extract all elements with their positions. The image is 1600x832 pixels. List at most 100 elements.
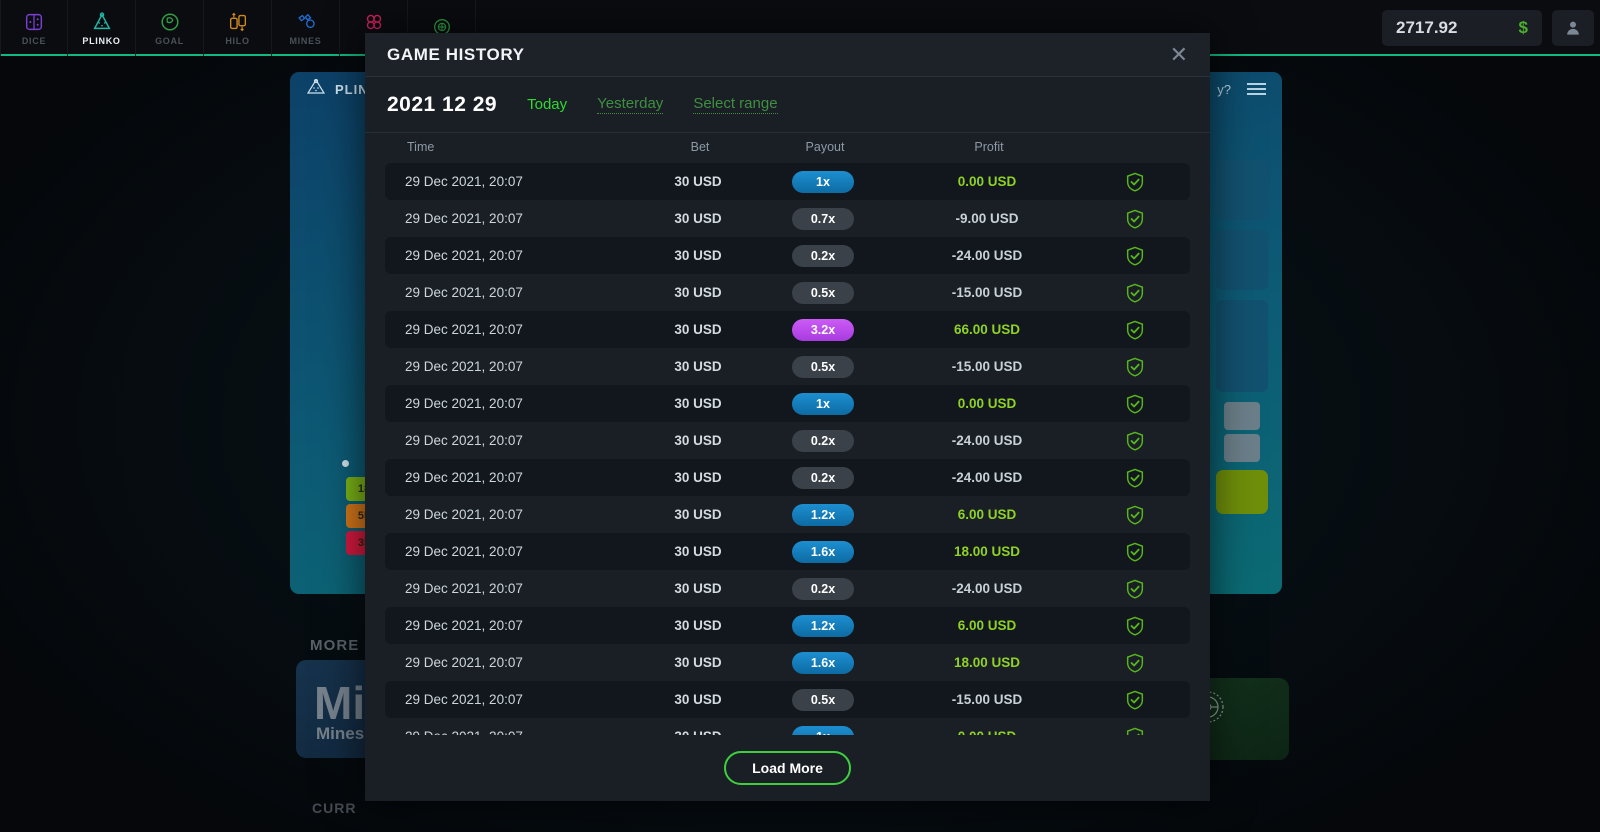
modal-filter-bar: 2021 12 29 Today Yesterday Select range (365, 77, 1210, 133)
cell-time: 29 Dec 2021, 20:07 (405, 359, 523, 374)
keno-icon (366, 14, 381, 29)
verified-shield-icon[interactable] (1087, 282, 1183, 304)
cell-time: 29 Dec 2021, 20:07 (405, 322, 523, 337)
table-row[interactable]: 29 Dec 2021, 20:0730 USD1x0.00 USD (385, 163, 1190, 200)
payout-badge: 1.6x (792, 540, 854, 563)
nav-item-plinko[interactable]: PLINKO (68, 0, 136, 56)
cell-bet: 30 USD (674, 322, 722, 337)
cell-time: 29 Dec 2021, 20:07 (405, 544, 523, 559)
cell-profit: -15.00 USD (951, 359, 1023, 374)
filter-today[interactable]: Today (527, 96, 567, 113)
table-row[interactable]: 29 Dec 2021, 20:07 30 USD 1.2x 6.00 USD (385, 607, 1190, 644)
game-control-slot[interactable] (1216, 300, 1268, 392)
nav-item-hilo[interactable]: HILO (204, 0, 272, 56)
cell-profit: -24.00 USD (951, 248, 1023, 263)
modal-footer: Load More (365, 735, 1210, 801)
game-history-modal: GAME HISTORY ✕ 2021 12 29 Today Yesterda… (365, 33, 1210, 801)
goal-icon (160, 12, 179, 31)
verified-shield-icon[interactable] (1087, 578, 1183, 600)
table-row[interactable]: 29 Dec 2021, 20:07 30 USD 0.2x -24.00 USD (385, 570, 1190, 607)
history-table-body: 29 Dec 2021, 20:07 30 USD 1x 0.00 USD 29 Dec… (365, 161, 1210, 735)
table-row[interactable]: 29 Dec 2021, 20:07 30 USD 1.2x 6.00 USD (385, 496, 1190, 533)
cell-profit: 18.00 USD (953, 544, 1021, 559)
cell-profit: -24.00 USD (951, 581, 1023, 596)
load-more-button[interactable]: Load More (724, 751, 851, 785)
cell-profit: -9.00 USD (955, 211, 1019, 226)
table-row[interactable]: 29 Dec 2021, 20:07 30 USD 1.6x 18.00 USD (385, 644, 1190, 681)
verified-shield-icon[interactable] (1087, 430, 1183, 452)
game-control-slot[interactable] (1216, 160, 1268, 220)
payout-badge: 0.2x (792, 244, 854, 267)
verified-shield-icon[interactable] (1087, 467, 1183, 489)
verified-shield-icon[interactable] (1087, 171, 1183, 193)
nav-item-goal[interactable]: GOAL (136, 0, 204, 56)
table-row[interactable]: 29 Dec 2021, 20:0730 USD1x0.00 USD (385, 385, 1190, 422)
payout-badge: 1x (792, 725, 854, 735)
verified-shield-icon[interactable] (1087, 615, 1183, 637)
verified-shield-icon[interactable] (1087, 245, 1183, 267)
table-row[interactable]: 29 Dec 2021, 20:07 30 USD 0.2x -24.00 USD (385, 422, 1190, 459)
verified-shield-icon[interactable] (1087, 652, 1183, 674)
verified-shield-icon[interactable] (1087, 504, 1183, 526)
game-card-title-big: Mi (314, 677, 366, 729)
verified-shield-icon[interactable] (1087, 541, 1183, 563)
payout-badge: 0.5x (792, 688, 854, 711)
verified-shield-icon[interactable] (1087, 726, 1183, 735)
cell-bet: 30 USD (674, 433, 722, 448)
verified-shield-icon[interactable] (1087, 319, 1183, 341)
filter-select-range[interactable]: Select range (693, 95, 778, 114)
cell-profit: 18.00 USD (953, 655, 1021, 670)
payout-badge: 1x (792, 392, 854, 415)
table-row[interactable]: 29 Dec 2021, 20:07 30 USD 3.2x 66.00 USD (385, 311, 1190, 348)
table-row[interactable]: 29 Dec 2021, 20:07 30 USD 0.2x -24.00 USD (385, 459, 1190, 496)
nav-item-label: HILO (225, 35, 250, 46)
cell-time: 29 Dec 2021, 20:07 (405, 655, 523, 670)
cell-bet: 30 USD (674, 470, 722, 485)
table-row[interactable]: 29 Dec 2021, 20:07 30 USD 0.2x -24.00 USD (385, 237, 1190, 274)
nav-item-label: PLINKO (82, 35, 121, 46)
table-row[interactable]: 29 Dec 2021, 20:07 30 USD 0.5x -15.00 USD (385, 681, 1190, 718)
table-row[interactable]: 29 Dec 2021, 20:07 30 USD 1.6x 18.00 USD (385, 533, 1190, 570)
cell-payout: 0.2x (759, 577, 887, 600)
cell-time: 29 Dec 2021, 20:07 (405, 507, 523, 522)
verified-shield-icon[interactable] (1087, 689, 1183, 711)
nav-item-label: MINES (289, 35, 322, 46)
plinko-peg (342, 460, 349, 467)
close-icon[interactable]: ✕ (1170, 43, 1188, 66)
user-avatar-button[interactable] (1552, 10, 1594, 46)
payout-badge: 1.2x (792, 503, 854, 526)
plinko-logo-icon (306, 78, 326, 100)
payout-badge: 3.2x (792, 318, 854, 341)
cell-time: 29 Dec 2021, 20:07 (405, 285, 523, 300)
game-control-chip[interactable] (1224, 402, 1260, 430)
cell-payout: 1.2x (759, 503, 887, 526)
table-row[interactable]: 29 Dec 2021, 20:07 30 USD 0.5x -15.00 USD (385, 348, 1190, 385)
nav-item-dice[interactable]: DICE (0, 0, 68, 56)
balance-display[interactable]: 2717.92 $ (1382, 10, 1542, 46)
cell-bet: 30 USD (674, 507, 722, 522)
game-bet-button[interactable] (1216, 470, 1268, 514)
verified-shield-icon[interactable] (1087, 356, 1183, 378)
payout-badge: 0.2x (792, 577, 854, 600)
game-control-chip[interactable] (1224, 434, 1260, 462)
payout-badge: 0.2x (792, 429, 854, 452)
table-row[interactable]: 29 Dec 2021, 20:0730 USD1x0.00 USD (385, 718, 1190, 735)
cell-time: 29 Dec 2021, 20:07 (405, 581, 523, 596)
game-control-slot[interactable] (1216, 230, 1268, 290)
hamburger-menu-icon[interactable] (1247, 83, 1266, 95)
cell-bet: 30 USD (674, 544, 722, 559)
filter-yesterday[interactable]: Yesterday (597, 95, 664, 114)
column-header-profit: Profit (974, 140, 1004, 154)
table-row[interactable]: 29 Dec 2021, 20:07 30 USD 0.5x -15.00 USD (385, 274, 1190, 311)
payout-badge: 0.7x (792, 207, 854, 230)
verified-shield-icon[interactable] (1087, 208, 1183, 230)
dice-icon (25, 13, 43, 30)
verified-shield-icon[interactable] (1087, 393, 1183, 415)
currency-section-heading: CURR (312, 800, 357, 816)
cell-time: 29 Dec 2021, 20:07 (405, 692, 523, 707)
game-help-link[interactable]: y? (1217, 82, 1231, 97)
payout-badge: 1.6x (792, 651, 854, 674)
cell-bet: 30 USD (674, 285, 722, 300)
nav-item-mines[interactable]: MINES (272, 0, 340, 56)
table-row[interactable]: 29 Dec 2021, 20:07 30 USD 0.7x -9.00 USD (385, 200, 1190, 237)
